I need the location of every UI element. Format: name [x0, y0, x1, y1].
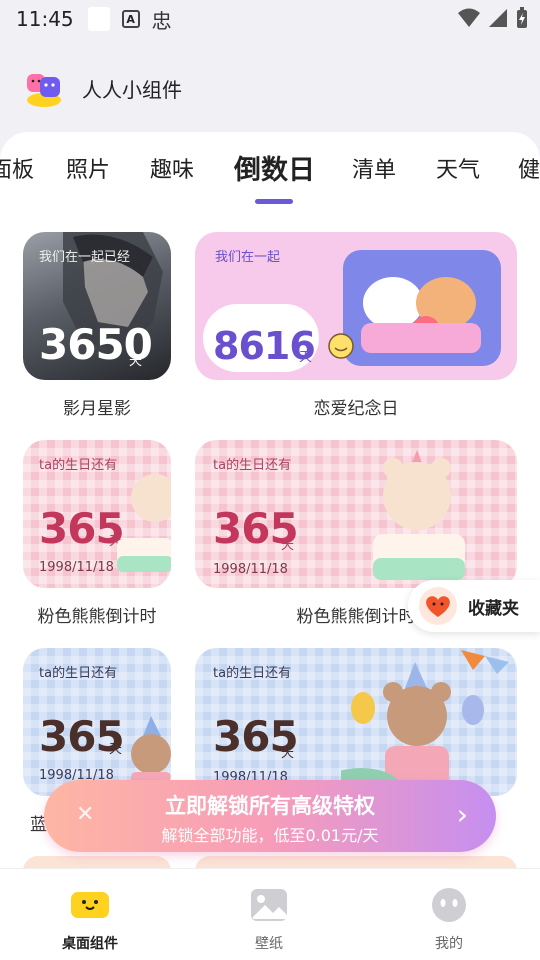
bottom-nav: 桌面组件 壁纸 我的: [0, 868, 540, 960]
widget-unit: 天: [281, 538, 295, 553]
promo-title: 立即解锁所有高级特权: [165, 794, 375, 818]
bears-hug-image: [343, 250, 501, 366]
tab-panel[interactable]: 面板: [0, 152, 34, 184]
widget-date: 1998/11/18: [213, 562, 288, 577]
tab-indicator: [255, 199, 293, 204]
widget-label: 影月星影: [63, 399, 131, 419]
a-notification-icon: A: [121, 10, 140, 28]
app-logo-icon: [27, 74, 61, 107]
tab-fun[interactable]: 趣味: [150, 152, 194, 184]
nav-item-me[interactable]: 我的: [389, 869, 509, 960]
tab-checklist[interactable]: 清单: [352, 152, 396, 184]
tab-health[interactable]: 健: [518, 152, 540, 184]
widget-label: 粉色熊熊倒计时: [37, 607, 157, 627]
party-bear-image: [341, 650, 509, 796]
widget-small-title: 我们在一起: [215, 250, 281, 265]
widget-unit: 天: [129, 354, 143, 369]
battery-icon: [517, 7, 527, 28]
widget-small-title: ta的生日还有: [213, 666, 292, 681]
tab-countdown[interactable]: 倒数日: [234, 148, 315, 187]
category-tabs: 面板 照片 趣味 倒数日 清单 天气 健: [0, 132, 540, 204]
content-panel: 面板 照片 趣味 倒数日 清单 天气 健 我们在一起已经 3650 天 影月星影…: [0, 132, 540, 872]
widget-unit: 天: [299, 350, 313, 365]
nav-label-me: 我的: [435, 936, 463, 952]
countdown-widget-blue-small[interactable]: ta的生日还有 365 天 1998/11/18: [23, 648, 171, 796]
widget-small-title: ta的生日还有: [39, 458, 118, 473]
app-notification-icon: 忠: [151, 8, 172, 33]
widget-date: 1998/11/18: [39, 560, 114, 575]
app-header: 人人小组件: [0, 56, 540, 120]
nav-item-wallpaper[interactable]: 壁纸: [209, 869, 329, 960]
signal-icon: [489, 9, 507, 27]
smile-sticker-icon: [328, 333, 354, 359]
party-bear-image: [131, 716, 171, 786]
chevron-right-icon[interactable]: ›: [457, 798, 468, 831]
app-title: 人人小组件: [82, 77, 182, 102]
favorites-label: 收藏夹: [468, 598, 519, 619]
bear-cake-image: [373, 450, 465, 580]
nav-label-wallpaper: 壁纸: [255, 936, 283, 952]
widget-small-title: ta的生日还有: [213, 458, 292, 473]
widget-small-title: 我们在一起已经: [39, 250, 131, 265]
bear-cake-image: [117, 474, 171, 572]
wifi-icon: [458, 8, 480, 27]
widget-unit: 天: [281, 746, 295, 761]
premium-promo-banner[interactable]: ✕ 立即解锁所有高级特权 解锁全部功能，低至0.01元/天 ›: [44, 780, 496, 852]
countdown-widget-blue-wide[interactable]: ta的生日还有 365 天 1998/11/18: [195, 648, 517, 796]
countdown-widget-dark[interactable]: 我们在一起已经 3650 天: [23, 232, 171, 380]
notification-icon: [87, 7, 110, 31]
countdown-widget-pink-wide[interactable]: ta的生日还有 365 天 1998/11/18: [195, 440, 517, 588]
tab-weather[interactable]: 天气: [436, 152, 480, 184]
promo-subtitle: 解锁全部功能，低至0.01元/天: [161, 826, 379, 845]
favorites-button[interactable]: 收藏夹: [408, 580, 540, 632]
nav-item-widgets[interactable]: 桌面组件: [30, 869, 150, 960]
status-time: 11:45: [16, 7, 74, 31]
widget-face-icon: [71, 892, 109, 918]
countdown-widget-love[interactable]: 我们在一起 8616 天: [195, 232, 517, 380]
image-icon: [251, 889, 287, 921]
tab-photo[interactable]: 照片: [66, 152, 110, 184]
widget-small-title: ta的生日还有: [39, 666, 118, 681]
heart-icon: [419, 587, 457, 625]
profile-face-icon: [432, 888, 466, 922]
widget-label: 恋爱纪念日: [313, 399, 399, 419]
status-icons: [458, 7, 528, 29]
countdown-widget-pink-small[interactable]: ta的生日还有 365 天 1998/11/18: [23, 440, 171, 588]
nav-label-widgets: 桌面组件: [62, 936, 118, 952]
status-bar: 11:45 A 忠: [0, 0, 540, 38]
